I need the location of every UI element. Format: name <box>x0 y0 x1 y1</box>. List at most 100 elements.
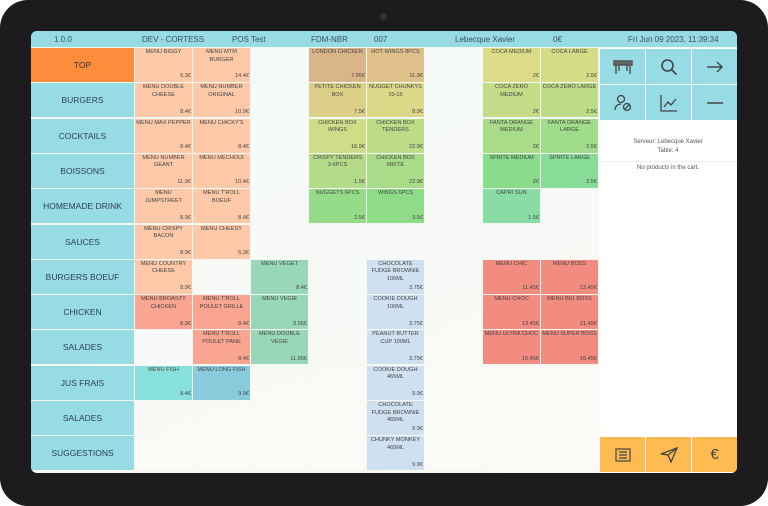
product-tile[interactable]: CHOCOLATE FUDGE BROWNIE 465ML 9.9€ <box>367 401 424 435</box>
product-price: 2.5€ <box>586 108 597 115</box>
table-icon <box>612 59 633 74</box>
product-tile[interactable]: HOT WINGS 8PCS 11.9€ <box>367 48 424 82</box>
category-salades[interactable]: SALADES <box>31 330 134 365</box>
product-tile[interactable]: SPRITE MEDIUM 2€ <box>483 153 540 188</box>
product-tile[interactable]: COOKIE DOUGH 465ML 9.9€ <box>367 365 424 400</box>
next-button[interactable] <box>692 49 737 84</box>
product-tile[interactable]: MENU CHICKY'S 8.4€ <box>193 118 250 153</box>
product-tile[interactable]: MENU MAX PEPPER 8.4€ <box>135 118 192 153</box>
product-price: 13.45€ <box>521 320 539 327</box>
receipt-button[interactable] <box>600 437 645 472</box>
empty-tile <box>193 401 250 435</box>
table-label: Table: 4 <box>657 148 679 154</box>
product-tile[interactable]: FANTA ORANGE MEDIUM 2€ <box>483 118 540 153</box>
category-suggestions[interactable]: SUGGESTIONS <box>31 436 134 471</box>
product-tile[interactable]: MENU CRISPY BACON 8.9€ <box>135 224 192 259</box>
empty-tile <box>541 189 598 224</box>
product-tile[interactable]: COCA MEDIUM 2€ <box>483 48 540 82</box>
product-tile[interactable]: CRISPY TENDERS 3-6PCS 1.5€ <box>309 153 366 188</box>
category-jus-frais[interactable]: JUS FRAIS <box>31 365 134 400</box>
empty-tile <box>425 295 482 330</box>
product-tile[interactable]: CHICKEN BOX TENDERS 22.9€ <box>367 118 424 153</box>
pay-button[interactable]: € <box>692 437 737 472</box>
product-tile[interactable]: MENU BROASTY CHICKEN 8.9€ <box>135 295 192 330</box>
category-salades[interactable]: SALADES <box>31 401 134 435</box>
product-name: MENU CHIC <box>495 260 528 267</box>
empty-tile <box>135 401 192 435</box>
product-tile[interactable]: MENU MECHOUI 10.4€ <box>193 153 250 188</box>
category-top[interactable]: TOP <box>31 48 134 82</box>
product-tile[interactable]: PEANUT BUTTER CUP 100ML 3.75€ <box>367 330 424 365</box>
product-tile[interactable]: COCA ZERO MEDIUM 2€ <box>483 83 540 118</box>
table-button[interactable] <box>600 49 645 84</box>
product-tile[interactable]: CHICKEN BOX MIXTE 22.9€ <box>367 153 424 188</box>
product-tile[interactable]: CHICKEN BOX WINGS 16.9€ <box>309 118 366 153</box>
product-tile[interactable]: MENU CHIC 11.45€ <box>483 259 540 294</box>
product-tile[interactable]: NUGGET CHUNKYS 10-15 8.9€ <box>367 83 424 118</box>
category-burgers-boeuf[interactable]: BURGERS BOEUF <box>31 259 134 294</box>
category-cocktails[interactable]: COCKTAILS <box>31 118 134 153</box>
category-boissons[interactable]: BOISSONS <box>31 153 134 188</box>
product-name: MENU DOUBLE CHEESE <box>142 84 185 98</box>
product-tile[interactable]: NUGGETS 6PCS 2.5€ <box>309 189 366 224</box>
empty-tile <box>309 401 366 435</box>
product-tile[interactable]: MENU NUMBER GEANT 11.9€ <box>135 153 192 188</box>
customer-button[interactable] <box>600 85 645 120</box>
product-tile[interactable]: MENU T'ROLL POULET PANE 8.4€ <box>193 330 250 365</box>
product-tile[interactable]: MENU CHEESY 5.3€ <box>193 224 250 259</box>
product-tile[interactable]: MENU JUMPSTREET 8.9€ <box>135 189 192 224</box>
search-button[interactable] <box>646 49 691 84</box>
product-tile[interactable]: MENU ULTRA CHOC 15.45€ <box>483 330 540 365</box>
remove-button[interactable] <box>692 85 737 120</box>
product-tile[interactable]: MENU VEGET 8.4€ <box>251 259 308 294</box>
product-price: 15.45€ <box>521 355 539 362</box>
product-tile[interactable]: MENU FISH 8.4€ <box>135 365 192 400</box>
product-tile[interactable]: COOKIE DOUGH 100ML 3.75€ <box>367 295 424 330</box>
product-tile[interactable]: WINGS 6PCS 3.5€ <box>367 189 424 224</box>
product-tile[interactable]: COCA LARGE 2.5€ <box>541 48 598 82</box>
product-tile[interactable]: MENU NUMBER ORIGINAL 10.9€ <box>193 83 250 118</box>
product-tile[interactable]: SPRITE LARGE 2.5€ <box>541 153 598 188</box>
empty-tile <box>541 401 598 435</box>
product-name: NUGGET CHUNKYS 10-15 <box>369 84 422 98</box>
product-tile[interactable]: MENU T'ROLL BOEUF 8.4€ <box>193 189 250 224</box>
product-name: NUGGETS 6PCS <box>315 190 360 197</box>
product-tile[interactable]: MENU SUPER BOSS 16.45€ <box>541 330 598 365</box>
product-price: 8.4€ <box>238 144 249 151</box>
product-tile[interactable]: MENU CHOC 13.45€ <box>483 295 540 330</box>
product-tile[interactable]: MENU BIG BOSS 21.45€ <box>541 295 598 330</box>
product-tile[interactable]: MENU LONG FISH 9.9€ <box>193 365 250 400</box>
empty-tile <box>251 153 308 188</box>
product-tile[interactable]: CHUNKY MONKEY 465ML 9.9€ <box>367 436 424 471</box>
product-tile[interactable]: MENU COUNTRY CHEESE 8.9€ <box>135 259 192 294</box>
product-tile[interactable]: MENU BIGGY 5.3€ <box>135 48 192 82</box>
product-tile[interactable]: FANTA ORANGE LARGE 2.5€ <box>541 118 598 153</box>
product-name: MENU MAX PEPPER <box>136 119 191 126</box>
product-tile[interactable]: MENU BOSS 12.45€ <box>541 259 598 294</box>
product-tile[interactable]: MENU DOUBLE VEGIE 11.95€ <box>251 330 308 365</box>
product-tile[interactable]: CHOCOLATE FUDGE BROWNIE 100ML 3.75€ <box>367 259 424 294</box>
cart-empty-message: No products in the cart. <box>636 165 700 171</box>
stats-button[interactable] <box>646 85 691 120</box>
product-tile[interactable]: CAPRI SUN 1.5€ <box>483 189 540 224</box>
category-homemade-drink[interactable]: HOMEMADE DRINK <box>31 189 134 224</box>
product-name: PETITE CHICKEN BOX <box>314 84 361 98</box>
empty-tile <box>541 224 598 259</box>
product-tile[interactable]: MENU DOUBLE CHEESE 8.4€ <box>135 83 192 118</box>
product-tile[interactable]: PETITE CHICKEN BOX 7.5€ <box>309 83 366 118</box>
product-price: 9.95€ <box>293 320 307 327</box>
store-code: FDM-NBR <box>311 35 348 44</box>
product-tile[interactable]: MENU T'ROLL POULET GRILLE 8.4€ <box>193 295 250 330</box>
version: 1.0.0 <box>54 35 72 44</box>
category-burgers[interactable]: BURGERS <box>31 83 134 118</box>
category-chicken[interactable]: CHICKEN <box>31 295 134 330</box>
product-price: 2€ <box>532 73 539 80</box>
product-tile[interactable]: LONDON CHICKEN 7.95€ <box>309 48 366 82</box>
product-name: MENU T'ROLL POULET GRILLE <box>199 296 244 310</box>
product-tile[interactable]: MENU MTM BURGER 14.4€ <box>193 48 250 82</box>
category-sauces[interactable]: SAUCES <box>31 224 134 259</box>
product-tile[interactable]: COCA ZERO LARGE 2.5€ <box>541 83 598 118</box>
product-price: 8.4€ <box>180 144 191 151</box>
send-button[interactable] <box>646 437 691 472</box>
product-tile[interactable]: MENU VEGIE 9.95€ <box>251 295 308 330</box>
